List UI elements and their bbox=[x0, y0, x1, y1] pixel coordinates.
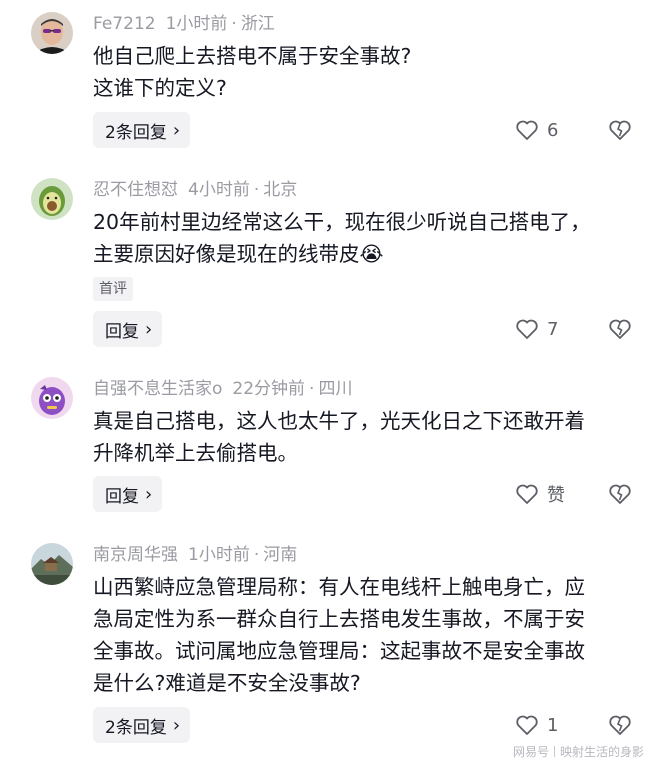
first-comment-badge: 首评 bbox=[93, 277, 133, 301]
reply-label: 回复 bbox=[105, 486, 139, 507]
like-count: 1 bbox=[547, 714, 559, 736]
view-replies-button[interactable]: 2条回复 › bbox=[93, 707, 191, 743]
dislike-button[interactable] bbox=[608, 707, 632, 743]
username[interactable]: 自强不息生活家o bbox=[93, 379, 222, 399]
avocado-avatar-icon bbox=[31, 178, 73, 220]
broken-heart-icon bbox=[609, 715, 631, 735]
man-with-sunglasses-avatar-icon bbox=[31, 12, 73, 54]
user-avatar[interactable] bbox=[31, 377, 73, 419]
meta-separator: · bbox=[231, 14, 237, 34]
broken-heart-icon bbox=[609, 120, 631, 140]
watermark-account: 映射生活的身影 bbox=[559, 745, 644, 759]
chevron-right-icon: › bbox=[145, 483, 153, 505]
comment-meta: 忍不住想怼 4小时前 · 北京 bbox=[93, 178, 297, 202]
username[interactable]: Fe7212 bbox=[93, 14, 156, 34]
reply-button[interactable]: 回复 › bbox=[93, 311, 163, 347]
heart-icon bbox=[516, 484, 538, 504]
comment-meta: 自强不息生活家o 22分钟前 · 四川 bbox=[93, 377, 352, 401]
meta-separator: · bbox=[253, 545, 260, 565]
comment-text-content: 20年前村里边经常这么干，现在很少听说自己搭电了， 主要原因好像是现在的线带皮 bbox=[93, 210, 591, 266]
like-button[interactable]: 赞 bbox=[515, 476, 565, 512]
crying-emoji: 😭 bbox=[359, 242, 384, 266]
comment-text: 山西繁峙应急管理局称：有人在电线杆上触电身亡，应 急局定性为系一群众自行上去搭电… bbox=[93, 575, 585, 695]
like-button[interactable]: 1 bbox=[515, 707, 558, 743]
heart-icon bbox=[516, 120, 538, 140]
chevron-right-icon: › bbox=[172, 714, 181, 736]
user-avatar[interactable] bbox=[31, 178, 73, 220]
reply-label: 回复 bbox=[105, 321, 139, 342]
comment-location: 浙江 bbox=[240, 14, 275, 34]
comment-text: 他自己爬上去搭电不属于安全事故? 这谁下的定义? bbox=[93, 44, 412, 100]
reply-button[interactable]: 回复 › bbox=[93, 476, 163, 512]
purple-cartoon-avatar-icon bbox=[31, 377, 73, 419]
comment-location: 北京 bbox=[263, 180, 298, 200]
comment-text: 20年前村里边经常这么干，现在很少听说自己搭电了， 主要原因好像是现在的线带皮😭 bbox=[93, 206, 633, 270]
like-button[interactable]: 6 bbox=[515, 112, 558, 148]
comment-meta: Fe7212 1小时前 · 浙江 bbox=[93, 12, 275, 36]
comment-location: 四川 bbox=[318, 379, 353, 399]
user-avatar[interactable] bbox=[31, 543, 73, 585]
view-replies-button[interactable]: 2条回复 › bbox=[93, 112, 191, 148]
heart-icon bbox=[516, 319, 538, 339]
reply-label: 2条回复 bbox=[105, 717, 167, 738]
heart-icon bbox=[516, 715, 538, 735]
watermark: 网易号 映射生活的身影 bbox=[513, 743, 644, 760]
dislike-button[interactable] bbox=[608, 112, 632, 148]
dislike-button[interactable] bbox=[608, 476, 632, 512]
like-button[interactable]: 7 bbox=[515, 311, 558, 347]
username[interactable]: 南京周华强 bbox=[93, 545, 178, 565]
comment-time: 1小时前 bbox=[165, 14, 228, 34]
chevron-right-icon: › bbox=[145, 318, 153, 340]
meta-separator: · bbox=[309, 379, 315, 399]
like-count: 6 bbox=[547, 119, 559, 141]
like-count: 7 bbox=[547, 318, 559, 340]
comment-text: 真是自己搭电，这人也太牛了，光天化日之下还敢开着 升降机举上去偷搭电。 bbox=[93, 409, 585, 465]
comment-time: 4小时前 bbox=[188, 180, 250, 200]
comment-meta: 南京周华强 1小时前 · 河南 bbox=[93, 543, 297, 567]
comment-time: 22分钟前 bbox=[232, 379, 306, 399]
username[interactable]: 忍不住想怼 bbox=[93, 180, 178, 200]
broken-heart-icon bbox=[609, 319, 631, 339]
reply-label: 2条回复 bbox=[105, 122, 167, 143]
meta-separator: · bbox=[253, 180, 260, 200]
like-count: 赞 bbox=[547, 485, 565, 506]
dislike-button[interactable] bbox=[608, 311, 632, 347]
user-avatar[interactable] bbox=[31, 12, 73, 54]
chevron-right-icon: › bbox=[172, 119, 181, 141]
broken-heart-icon bbox=[609, 484, 631, 504]
comment-location: 河南 bbox=[263, 545, 298, 565]
landscape-avatar-icon bbox=[31, 543, 73, 585]
comment-time: 1小时前 bbox=[188, 545, 250, 565]
watermark-brand: 网易号 bbox=[512, 745, 549, 759]
watermark-separator bbox=[553, 746, 555, 757]
